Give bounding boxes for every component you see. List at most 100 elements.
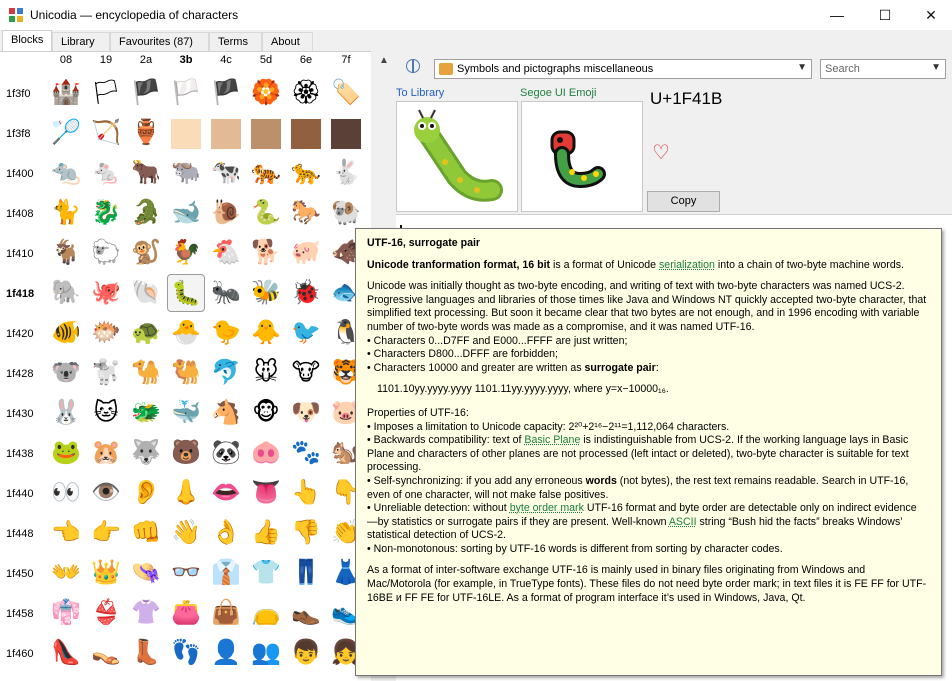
char-cell[interactable]	[207, 114, 245, 152]
char-cell[interactable]: 🐶	[287, 394, 325, 432]
char-cell[interactable]: 🐪	[127, 354, 165, 392]
char-cell[interactable]: 👅	[247, 474, 285, 512]
char-cell[interactable]: 🐍	[247, 194, 285, 232]
char-cell[interactable]: 👐	[47, 554, 85, 592]
char-cell[interactable]: 👙	[87, 594, 125, 632]
char-cell[interactable]: 🐁	[87, 154, 125, 192]
char-cell[interactable]: 🐈	[47, 194, 85, 232]
char-cell[interactable]: 👒	[127, 554, 165, 592]
char-cell[interactable]: 👓	[167, 554, 205, 592]
char-cell[interactable]: 🐬	[207, 354, 245, 392]
char-cell[interactable]: 🐅	[247, 154, 285, 192]
char-cell[interactable]: 👥	[247, 634, 285, 672]
char-cell[interactable]: 🐴	[207, 394, 245, 432]
char-cell[interactable]: 👚	[127, 594, 165, 632]
char-cell[interactable]: 👍	[247, 514, 285, 552]
char-cell[interactable]: 👈	[47, 514, 85, 552]
char-cell[interactable]: 👄	[207, 474, 245, 512]
char-cell[interactable]: 🐇	[327, 154, 365, 192]
to-library-link[interactable]: To Library	[396, 87, 444, 99]
char-cell[interactable]: 👃	[167, 474, 205, 512]
char-cell[interactable]: 🏺	[127, 114, 165, 152]
char-cell[interactable]: 👛	[167, 594, 205, 632]
char-cell[interactable]: 🐝	[247, 274, 285, 312]
char-cell[interactable]: 🐆	[287, 154, 325, 192]
char-cell[interactable]: 🐡	[87, 314, 125, 352]
char-cell[interactable]: 🐂	[127, 154, 165, 192]
char-cell[interactable]: 🐱	[87, 394, 125, 432]
char-cell[interactable]: 👔	[207, 554, 245, 592]
char-cell[interactable]: 🐜	[207, 274, 245, 312]
char-cell[interactable]	[247, 114, 285, 152]
char-cell[interactable]: 👞	[287, 594, 325, 632]
char-cell[interactable]: 🐢	[127, 314, 165, 352]
char-cell[interactable]: 🐥	[247, 314, 285, 352]
char-cell[interactable]: 🏵	[287, 74, 325, 112]
char-cell[interactable]: 👋	[167, 514, 205, 552]
maximize-button[interactable]: ☐	[862, 0, 908, 30]
char-cell[interactable]: 🐎	[287, 194, 325, 232]
char-cell[interactable]: 🐤	[207, 314, 245, 352]
char-cell[interactable]: 🐵	[247, 394, 285, 432]
char-cell[interactable]: 👤	[207, 634, 245, 672]
char-cell[interactable]: 👁️	[87, 474, 125, 512]
char-cell[interactable]: 🐦	[287, 314, 325, 352]
char-cell[interactable]: 🐔	[207, 234, 245, 272]
char-cell[interactable]: 🏵️	[247, 74, 285, 112]
char-cell[interactable]: 🐻	[167, 434, 205, 472]
char-cell[interactable]: 👀	[47, 474, 85, 512]
char-cell[interactable]: 🐫	[167, 354, 205, 392]
char-cell[interactable]: 👌	[207, 514, 245, 552]
favourite-heart-icon[interactable]: ♡	[652, 140, 670, 165]
tab-favourites[interactable]: Favourites (87)	[110, 32, 209, 52]
char-cell[interactable]: 🐞	[287, 274, 325, 312]
char-cell[interactable]: 👢	[127, 634, 165, 672]
char-cell[interactable]: 🏴	[207, 74, 245, 112]
ascii-link[interactable]: ASCII	[669, 516, 697, 528]
char-cell[interactable]: 🐑	[87, 234, 125, 272]
char-cell[interactable]: 👉	[87, 514, 125, 552]
char-cell[interactable]: 👊	[127, 514, 165, 552]
copy-button[interactable]: Copy	[647, 191, 720, 212]
char-cell[interactable]: 🐉	[87, 194, 125, 232]
char-cell[interactable]: 🐏	[327, 194, 365, 232]
char-cell[interactable]: 👣	[167, 634, 205, 672]
char-cell[interactable]: 🐸	[47, 434, 85, 472]
char-cell[interactable]: 🐩	[87, 354, 125, 392]
char-cell[interactable]: 👝	[247, 594, 285, 632]
scroll-up-arrow-icon[interactable]: ▲	[379, 55, 389, 66]
basic-plane-link[interactable]: Basic Plane	[524, 434, 580, 446]
char-cell[interactable]: 🐨	[47, 354, 85, 392]
char-cell[interactable]: 👠	[47, 634, 85, 672]
char-cell[interactable]: 🐓	[167, 234, 205, 272]
tab-blocks[interactable]: Blocks	[2, 30, 52, 52]
char-cell[interactable]: 🏸	[47, 114, 85, 152]
globe-grid-icon[interactable]	[406, 59, 426, 77]
tab-about[interactable]: About	[262, 32, 313, 52]
char-cell[interactable]: 🐒	[127, 234, 165, 272]
char-cell[interactable]: 🏹	[87, 114, 125, 152]
char-cell[interactable]: 🐳	[167, 394, 205, 432]
char-cell[interactable]: 👆	[287, 474, 325, 512]
tab-library[interactable]: Library	[52, 32, 110, 52]
char-cell[interactable]: 🐄	[207, 154, 245, 192]
char-cell[interactable]: 🐭	[247, 354, 285, 392]
tab-terms[interactable]: Terms	[209, 32, 262, 52]
char-cell[interactable]: 👖	[287, 554, 325, 592]
char-cell[interactable]: 🐊	[127, 194, 165, 232]
chevron-down-icon[interactable]: ▼	[797, 62, 807, 73]
char-cell[interactable]: 🐚	[127, 274, 165, 312]
char-cell[interactable]: 🐼	[207, 434, 245, 472]
char-cell[interactable]: 🐾	[287, 434, 325, 472]
char-cell[interactable]: 🐮	[287, 354, 325, 392]
char-cell[interactable]: 🐣	[167, 314, 205, 352]
char-cell[interactable]: 🐖	[287, 234, 325, 272]
char-cell[interactable]: 🏰	[47, 74, 85, 112]
char-cell[interactable]	[287, 114, 325, 152]
char-cell[interactable]	[327, 114, 365, 152]
char-cell[interactable]: 👦	[287, 634, 325, 672]
minimize-button[interactable]: —	[814, 0, 860, 30]
char-cell[interactable]: 🐺	[127, 434, 165, 472]
close-button[interactable]: ✕	[908, 0, 952, 30]
char-cell[interactable]: 🐽	[247, 434, 285, 472]
